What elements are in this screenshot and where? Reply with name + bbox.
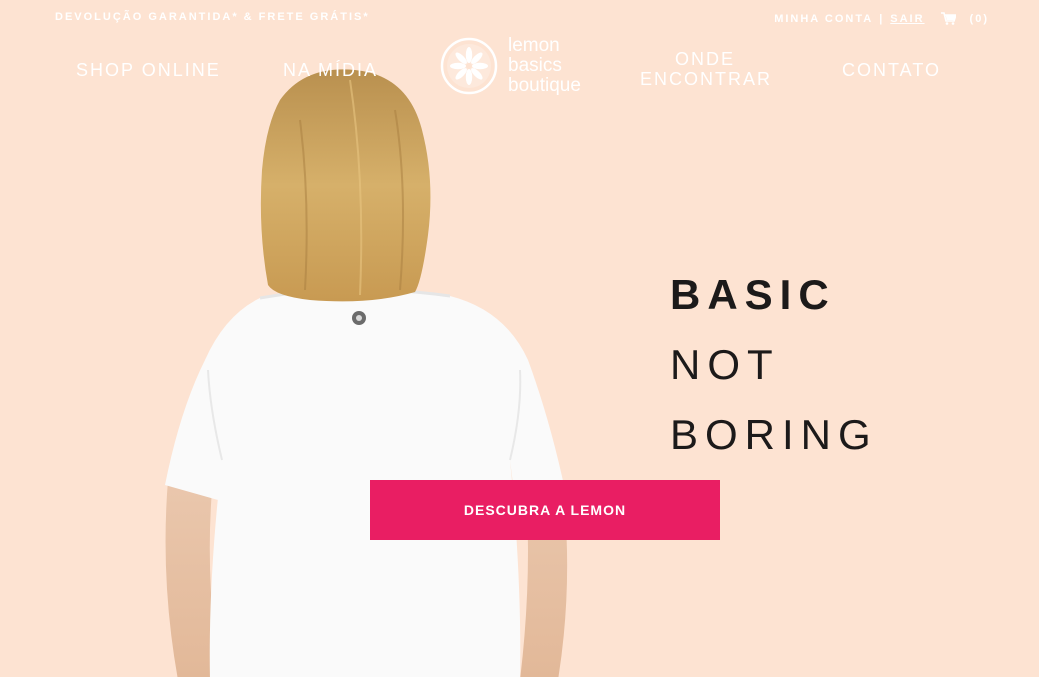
shopping-cart-icon[interactable] (940, 12, 956, 25)
logout-link[interactable]: SAIR (890, 13, 924, 25)
logo-line-basics: basics (508, 55, 562, 76)
nav-onde-encontrar-line2: ENCONTRAR (640, 69, 773, 89)
hero-model-image (165, 69, 568, 677)
nav-contato[interactable]: CONTATO (842, 60, 941, 80)
hero-tagline-basic: BASIC (670, 271, 836, 318)
logo-line-boutique: boutique (508, 75, 581, 96)
nav-shop-online[interactable]: SHOP ONLINE (76, 60, 221, 80)
my-account-link[interactable]: MINHA CONTA (774, 13, 873, 25)
account-separator: | (879, 12, 885, 25)
cart-count[interactable]: (0) (970, 13, 989, 25)
hero-tagline-not: NOT (670, 341, 780, 388)
landing-page: DEVOLUÇÃO GARANTIDA* & FRETE GRÁTIS* MIN… (0, 0, 1039, 677)
lemon-slice-icon (440, 37, 498, 95)
hero-tagline-boring: BORING (670, 411, 878, 458)
brand-logo-text: lemon basics boutique (508, 36, 581, 96)
logo-line-lemon: lemon (508, 35, 560, 56)
brand-logo[interactable]: lemon basics boutique (440, 36, 581, 96)
nav-onde-encontrar-line1: ONDE (674, 49, 735, 69)
nav-na-midia[interactable]: NA MÍDIA (283, 60, 378, 80)
promo-banner: DEVOLUÇÃO GARANTIDA* & FRETE GRÁTIS* (55, 11, 370, 23)
account-bar: MINHA CONTA | SAIR (0) (774, 12, 989, 25)
discover-lemon-button[interactable]: DESCUBRA A LEMON (370, 480, 720, 540)
nav-onde-encontrar[interactable]: ONDE ENCONTRAR (640, 49, 770, 89)
